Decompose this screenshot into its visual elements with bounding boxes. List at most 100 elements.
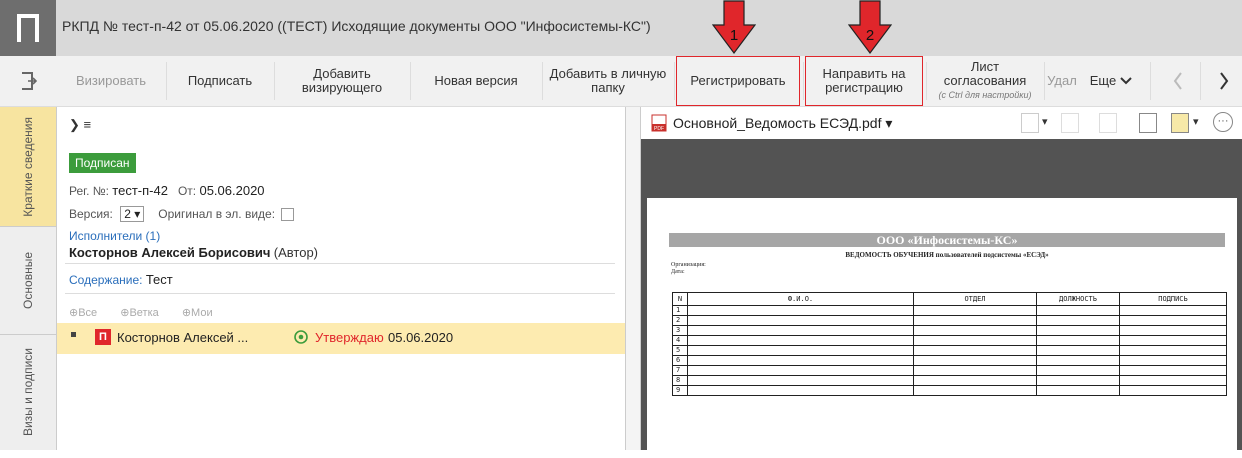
approve-button[interactable]: Визировать <box>58 56 164 106</box>
chevron-down-icon[interactable]: ▾ <box>1042 115 1048 128</box>
version-value: 2 <box>124 207 131 221</box>
content-label: Содержание: <box>69 273 143 287</box>
delete-button[interactable]: Удал <box>1046 56 1078 106</box>
executors-link[interactable]: Исполнители (1) <box>69 229 160 243</box>
original-label: Оригинал в эл. виде: <box>158 207 276 221</box>
document-panel: PDF Основной_Ведомость ЕСЭД.pdf ▾ ▾ ▾ ··… <box>641 107 1242 458</box>
version-label: Версия: <box>69 207 113 221</box>
executor-row: Косторнов Алексей Борисович (Автор) <box>69 245 318 260</box>
col-position: ДОЛЖНОСТЬ <box>1036 292 1120 306</box>
table-row: 5 <box>672 345 1227 356</box>
tab-visas-label: Визы и подписи <box>20 348 35 437</box>
app-logo <box>0 0 56 56</box>
reg-number-row: Рег. №: тест-п-42 От: 05.06.2020 <box>69 183 265 198</box>
route-item[interactable]: П Косторнов Алексей ... Утверждаю 05.06.… <box>57 323 625 354</box>
version-select[interactable]: 2 ▾ <box>120 206 145 222</box>
annotation-arrow-2-icon: 2 <box>848 0 892 54</box>
tab-visas[interactable]: Визы и подписи <box>0 335 56 450</box>
org-header: ООО «Инфосистемы-КС» <box>669 233 1225 247</box>
table-row: 1 <box>672 305 1227 316</box>
content-value: Тест <box>145 272 173 287</box>
send-to-registration-button[interactable]: Направить на регистрацию <box>805 56 923 106</box>
table-row: 3 <box>672 325 1227 336</box>
org-label: Организация: <box>671 262 706 268</box>
pdf-page: ООО «Инфосистемы-КС» ВЕДОМОСТЬ ОБУЧЕНИЯ … <box>647 198 1237 458</box>
table-row: 8 <box>672 375 1227 386</box>
approval-sheet-hint: (с Ctrl для настройки) <box>938 90 1032 100</box>
executor-name: Косторнов Алексей Борисович <box>69 245 271 260</box>
filter-mine[interactable]: ⊕Мои <box>182 307 213 319</box>
pdf-viewer[interactable]: ООО «Инфосистемы-КС» ВЕДОМОСТЬ ОБУЧЕНИЯ … <box>641 139 1242 458</box>
chevron-down-icon[interactable]: ▾ <box>1193 115 1199 128</box>
tab-summary[interactable]: Краткие сведения <box>0 107 56 227</box>
content-row: Содержание: Тест <box>69 272 173 287</box>
table-row: 4 <box>672 335 1227 346</box>
new-version-button[interactable]: Новая версия <box>412 56 540 106</box>
version-row: Версия: 2 ▾ Оригинал в эл. виде: <box>69 206 295 222</box>
annotation-2-label: 2 <box>866 27 874 44</box>
prev-icon[interactable] <box>1160 56 1196 106</box>
bullet-icon <box>71 332 76 337</box>
annotation-arrow-1-icon: 1 <box>712 0 756 54</box>
add-file-icon[interactable] <box>1021 113 1039 133</box>
compare-icon[interactable] <box>1099 113 1117 133</box>
table-row: 9 <box>672 385 1227 396</box>
route-status: Утверждаю <box>315 330 384 345</box>
approved-eye-icon <box>294 330 308 344</box>
chevron-down-icon <box>1120 77 1132 85</box>
edit-icon[interactable] <box>1061 113 1079 133</box>
table-row: 2 <box>672 315 1227 326</box>
window-title: РКПД № тест-п-42 от 05.06.2020 ((ТЕСТ) И… <box>62 18 651 34</box>
document-type-icon: П <box>95 329 111 345</box>
status-badge: Подписан <box>69 153 136 173</box>
approval-sheet-button[interactable]: Лист согласования (с Ctrl для настройки) <box>928 56 1042 106</box>
approval-sheet-label: Лист согласования <box>943 59 1027 88</box>
toolbar: Визировать Подписать Добавить визирующег… <box>0 56 1242 107</box>
pdf-file-icon: PDF <box>651 114 667 132</box>
tab-main[interactable]: Основные <box>0 227 56 335</box>
annotation-1-label: 1 <box>730 27 738 44</box>
sign-button[interactable]: Подписать <box>168 56 272 106</box>
exit-icon[interactable] <box>0 56 56 106</box>
title-bar: РКПД № тест-п-42 от 05.06.2020 ((ТЕСТ) И… <box>0 0 1242 56</box>
route-filters: ⊕Все ⊕Ветка ⊕Мои <box>69 306 233 319</box>
table-row: 7 <box>672 365 1227 376</box>
document-header: PDF Основной_Ведомость ЕСЭД.pdf ▾ ▾ ▾ ··… <box>641 107 1242 139</box>
expand-toggle-icon[interactable]: ❯ ≡ <box>69 117 91 133</box>
col-dept: ОТДЕЛ <box>913 292 1037 306</box>
panel-splitter[interactable] <box>625 107 641 450</box>
attendance-table: N Ф.И.О. ОТДЕЛ ДОЛЖНОСТЬ ПОДПИСЬ 1 2 3 4… <box>672 292 1227 396</box>
reg-value: тест-п-42 <box>112 183 168 198</box>
add-approver-button[interactable]: Добавить визирующего <box>276 56 408 106</box>
executor-role: (Автор) <box>273 245 318 260</box>
more-button[interactable]: Еще <box>1080 56 1142 106</box>
expand-icon[interactable] <box>1139 113 1157 133</box>
filename-text: Основной_Ведомость ЕСЭД.pdf <box>673 115 882 131</box>
tab-summary-label: Краткие сведения <box>20 116 35 217</box>
sheet-title: ВЕДОМОСТЬ ОБУЧЕНИЯ пользователей подсист… <box>845 251 1049 259</box>
register-button[interactable]: Регистрировать <box>676 56 800 106</box>
original-checkbox[interactable] <box>281 208 295 222</box>
tab-main-label: Основные <box>20 252 35 309</box>
document-menu-icon[interactable] <box>1171 113 1189 133</box>
table-row: 6 <box>672 355 1227 366</box>
date-label: От: <box>177 184 197 198</box>
more-options-icon[interactable]: ··· <box>1213 112 1233 132</box>
filter-all[interactable]: ⊕Все <box>69 307 97 319</box>
route-date: 05.06.2020 <box>388 330 454 345</box>
sidebar: Краткие сведения Основные Визы и подписи <box>0 107 57 450</box>
col-name: Ф.И.О. <box>687 292 914 306</box>
add-to-folder-button[interactable]: Добавить в личную папку <box>544 56 672 106</box>
filter-branch[interactable]: ⊕Ветка <box>120 307 159 319</box>
col-signature: ПОДПИСЬ <box>1119 292 1227 306</box>
route-person: Косторнов Алексей ... <box>117 330 249 345</box>
svg-text:PDF: PDF <box>654 126 664 132</box>
summary-panel: ❯ ≡ Подписан Рег. №: тест-п-42 От: 05.06… <box>57 107 625 450</box>
date-value: 05.06.2020 <box>199 183 265 198</box>
col-n: N <box>672 292 688 306</box>
more-label: Еще <box>1089 73 1117 88</box>
next-icon[interactable] <box>1206 56 1242 106</box>
date-field-label: Дата: <box>671 269 685 275</box>
reg-label: Рег. №: <box>69 184 109 198</box>
document-filename[interactable]: Основной_Ведомость ЕСЭД.pdf ▾ <box>673 115 892 132</box>
